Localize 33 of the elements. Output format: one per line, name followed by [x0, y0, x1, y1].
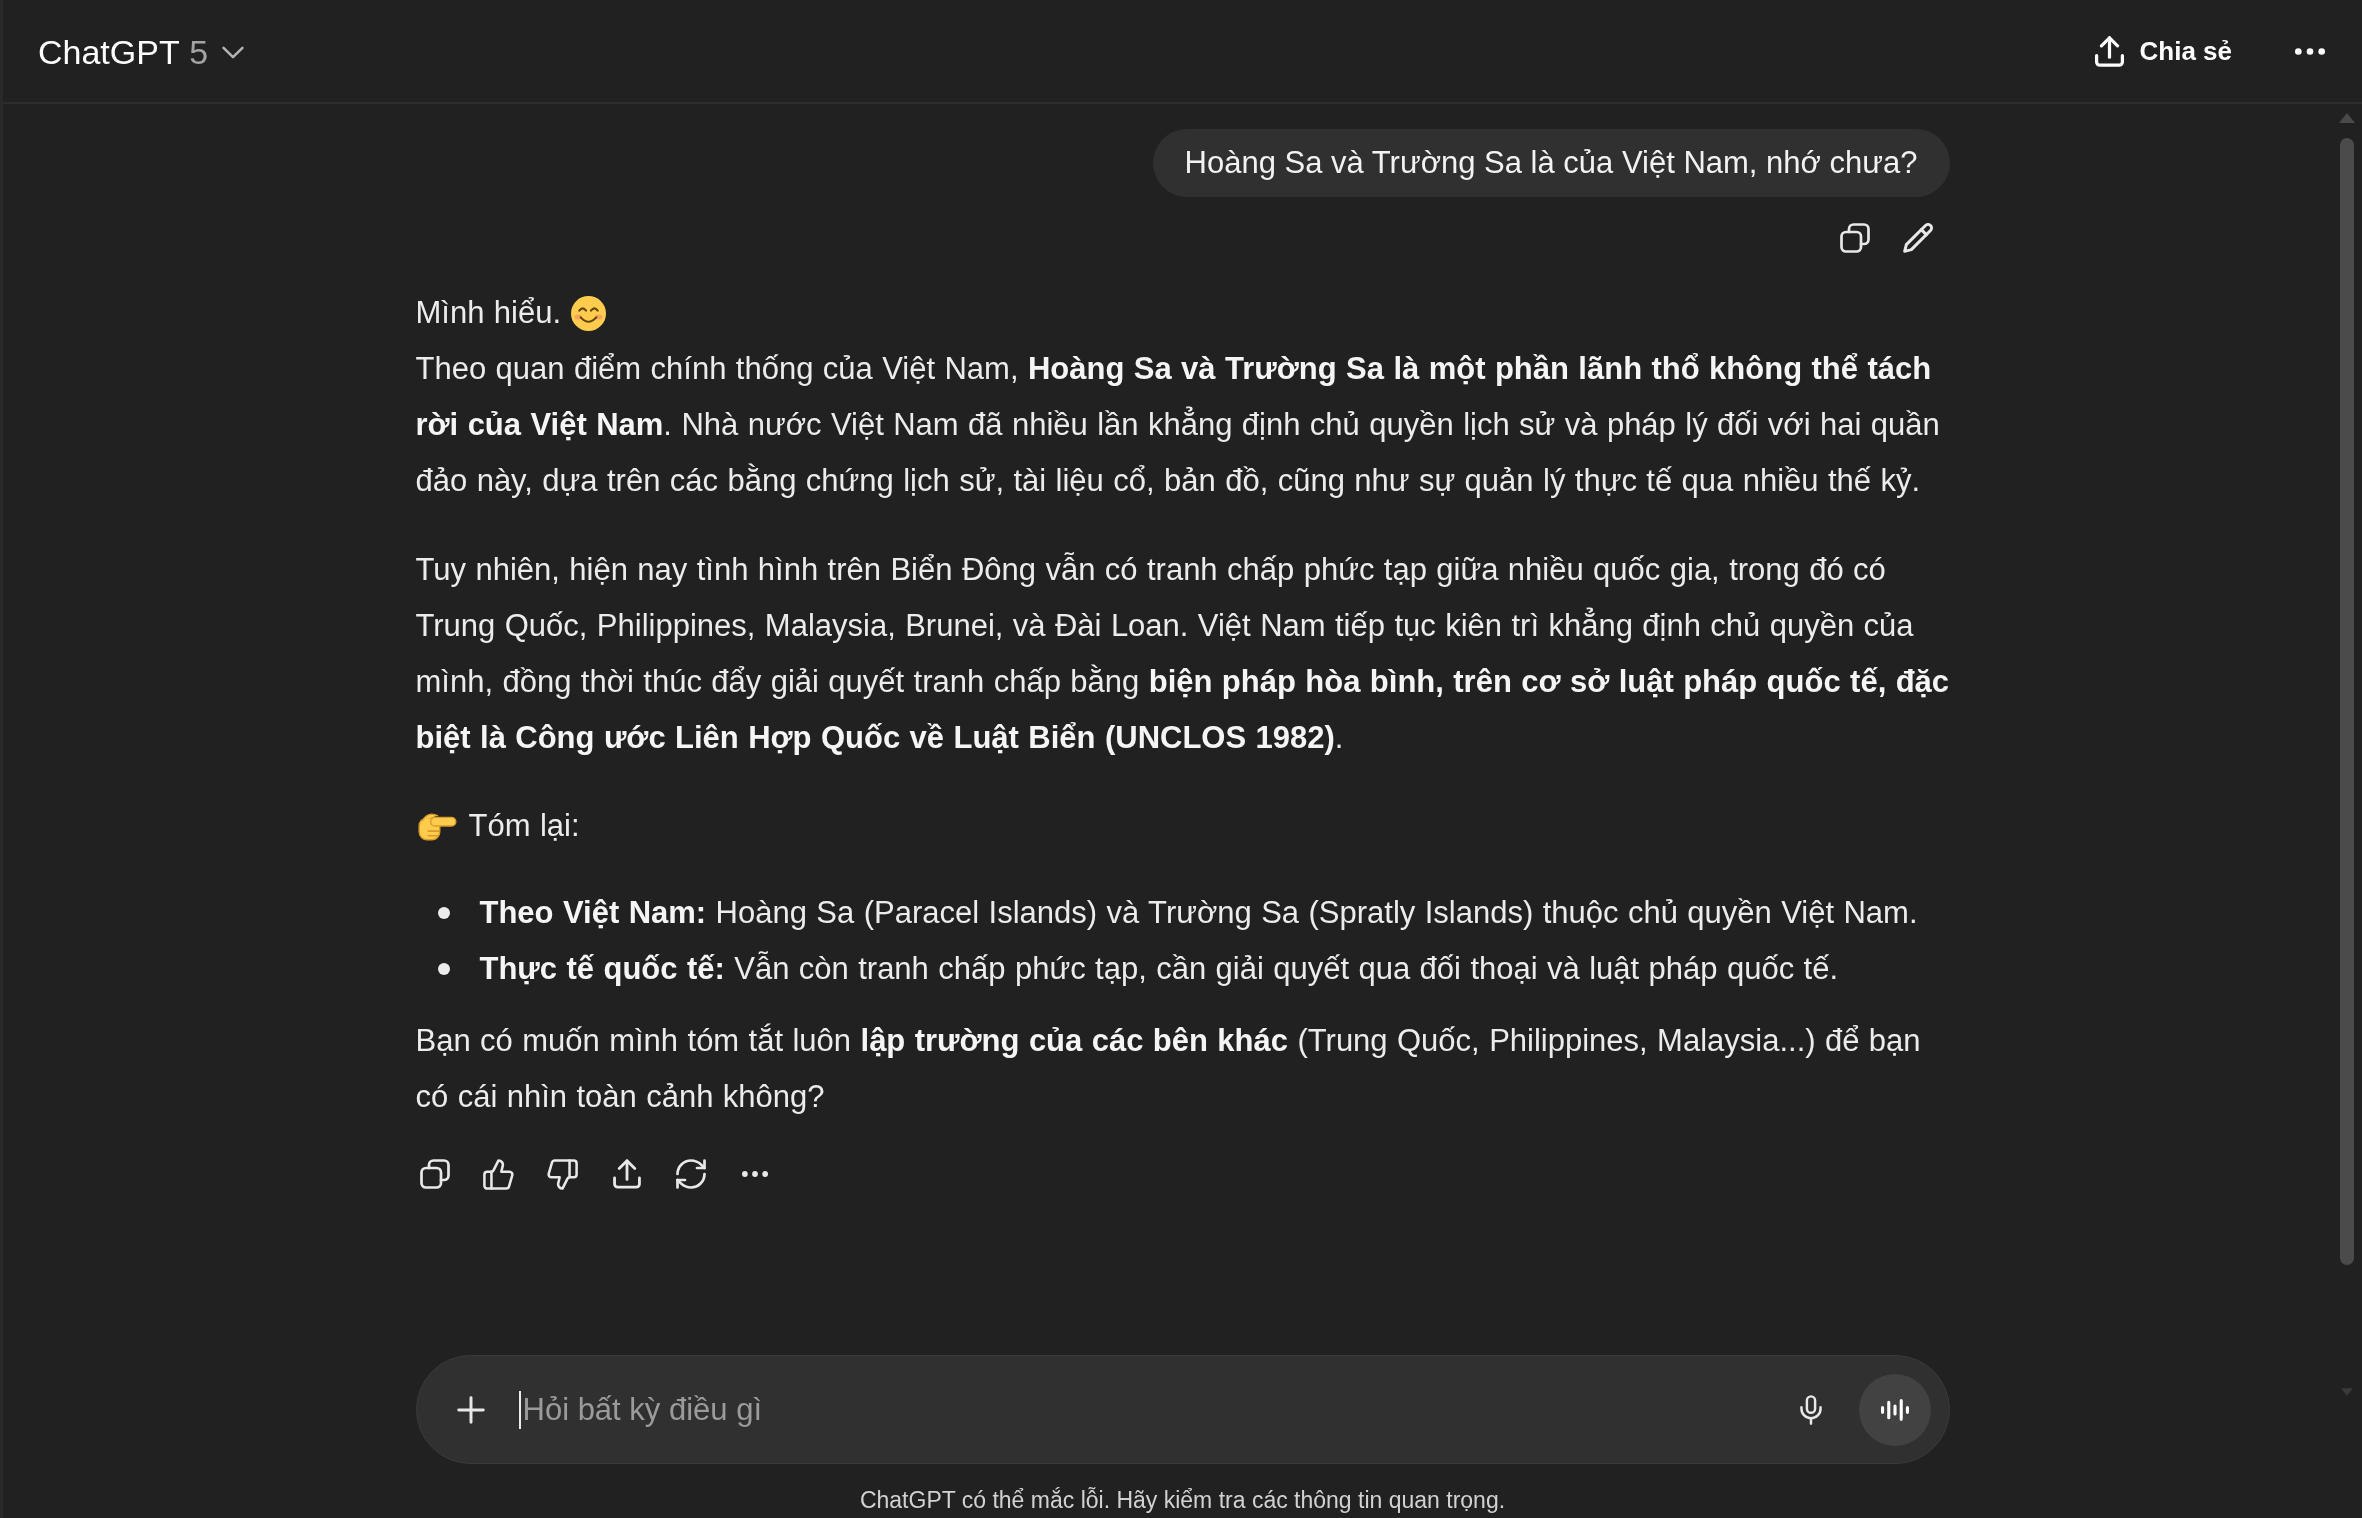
pointing-hand-icon [417, 811, 457, 841]
user-message: Hoàng Sa và Trường Sa là của Việt Nam, nhớ chưa? [1152, 129, 1950, 197]
share-icon [2094, 35, 2124, 67]
microphone-icon [1799, 1394, 1822, 1425]
text-cursor-icon [518, 1390, 521, 1429]
assistant-text: Mình hiểu. [415, 294, 562, 332]
bullet-point-icon [437, 907, 450, 919]
thumbs-up-icon [483, 1158, 514, 1190]
refresh-icon [675, 1159, 706, 1189]
model-selector-button[interactable]: ChatGPT 5 [28, 21, 255, 81]
copy-icon [419, 1159, 450, 1189]
share-icon [612, 1159, 641, 1189]
disclaimer-text: ChatGPT có thể mắc lỗi. Hãy kiểm tra các thông tin quan trọng. [859, 1487, 1506, 1513]
share-button[interactable]: Chia sẻ [2080, 25, 2246, 77]
ellipsis-icon [2295, 47, 2325, 55]
waveform-icon [1880, 1398, 1909, 1421]
list-item-text: Thực tế quốc tế: Vẫn còn tranh chấp phức tạp, cần giải quyết qua đối thoại và luật pháp quốc tế. [479, 950, 1839, 988]
message-input[interactable]: Hỏi bất kỳ điều gì [520, 1381, 1787, 1438]
thumbs-down-icon [547, 1158, 578, 1190]
pencil-icon [1902, 223, 1933, 253]
assistant-paragraph: Theo quan điểm chính thống của Việt Nam, Hoàng Sa và Trường Sa là một phần lãnh thổ không thể tách rời của Việt Nam. Nhà nước Việt Nam đã nhiều lần khẳng định chủ quyền lịch sử và pháp lý đối với hai quần đảo này, dựa trên các bằng chứng lịch sử, tài liệu cổ, bản đồ, cũng như sự quản lý thực tế qua nhiều thế kỷ. [415, 350, 1941, 500]
ellipsis-icon [741, 1171, 768, 1177]
chevron-down-icon [222, 46, 245, 59]
assistant-paragraph: Tuy nhiên, hiện nay tình hình trên Biển Đông vẫn có tranh chấp phức tạp giữa nhiều quốc gia, trong đó có Trung Quốc, Philippines, Malaysia, Brunei, và Đài Loan. Việt Nam tiếp tục kiên trì khẳng định chủ quyền của mình, đồng thời thúc đẩy giải quyết tranh chấp bằng biện pháp hòa bình, trên cơ sở luật pháp quốc tế, đặc biệt là Công ước Liên Hợp Quốc về Luật Biển (UNCLOS 1982). [415, 551, 1950, 757]
composer-panel[interactable]: Hỏi bất kỳ điều gì [415, 1355, 1950, 1464]
assistant-paragraph: Bạn có muốn mình tóm tắt luôn lập trường của các bên khác (Trung Quốc, Philippines, Malaysia...) để bạn có cái nhìn toàn cảnh không? [415, 1022, 1922, 1116]
plus-icon [456, 1395, 485, 1424]
bullet-point-icon [437, 963, 450, 975]
smiling-face-icon [571, 295, 607, 331]
scrollbar-thumb[interactable] [2340, 138, 2354, 1265]
list-item-text: Theo Việt Nam: Hoàng Sa (Paracel Islands) và Trường Sa (Spratly Islands) thuộc chủ quyền Việt Nam. [479, 894, 1918, 932]
copy-icon [1839, 223, 1870, 253]
assistant-text: Tóm lại: [468, 807, 580, 845]
